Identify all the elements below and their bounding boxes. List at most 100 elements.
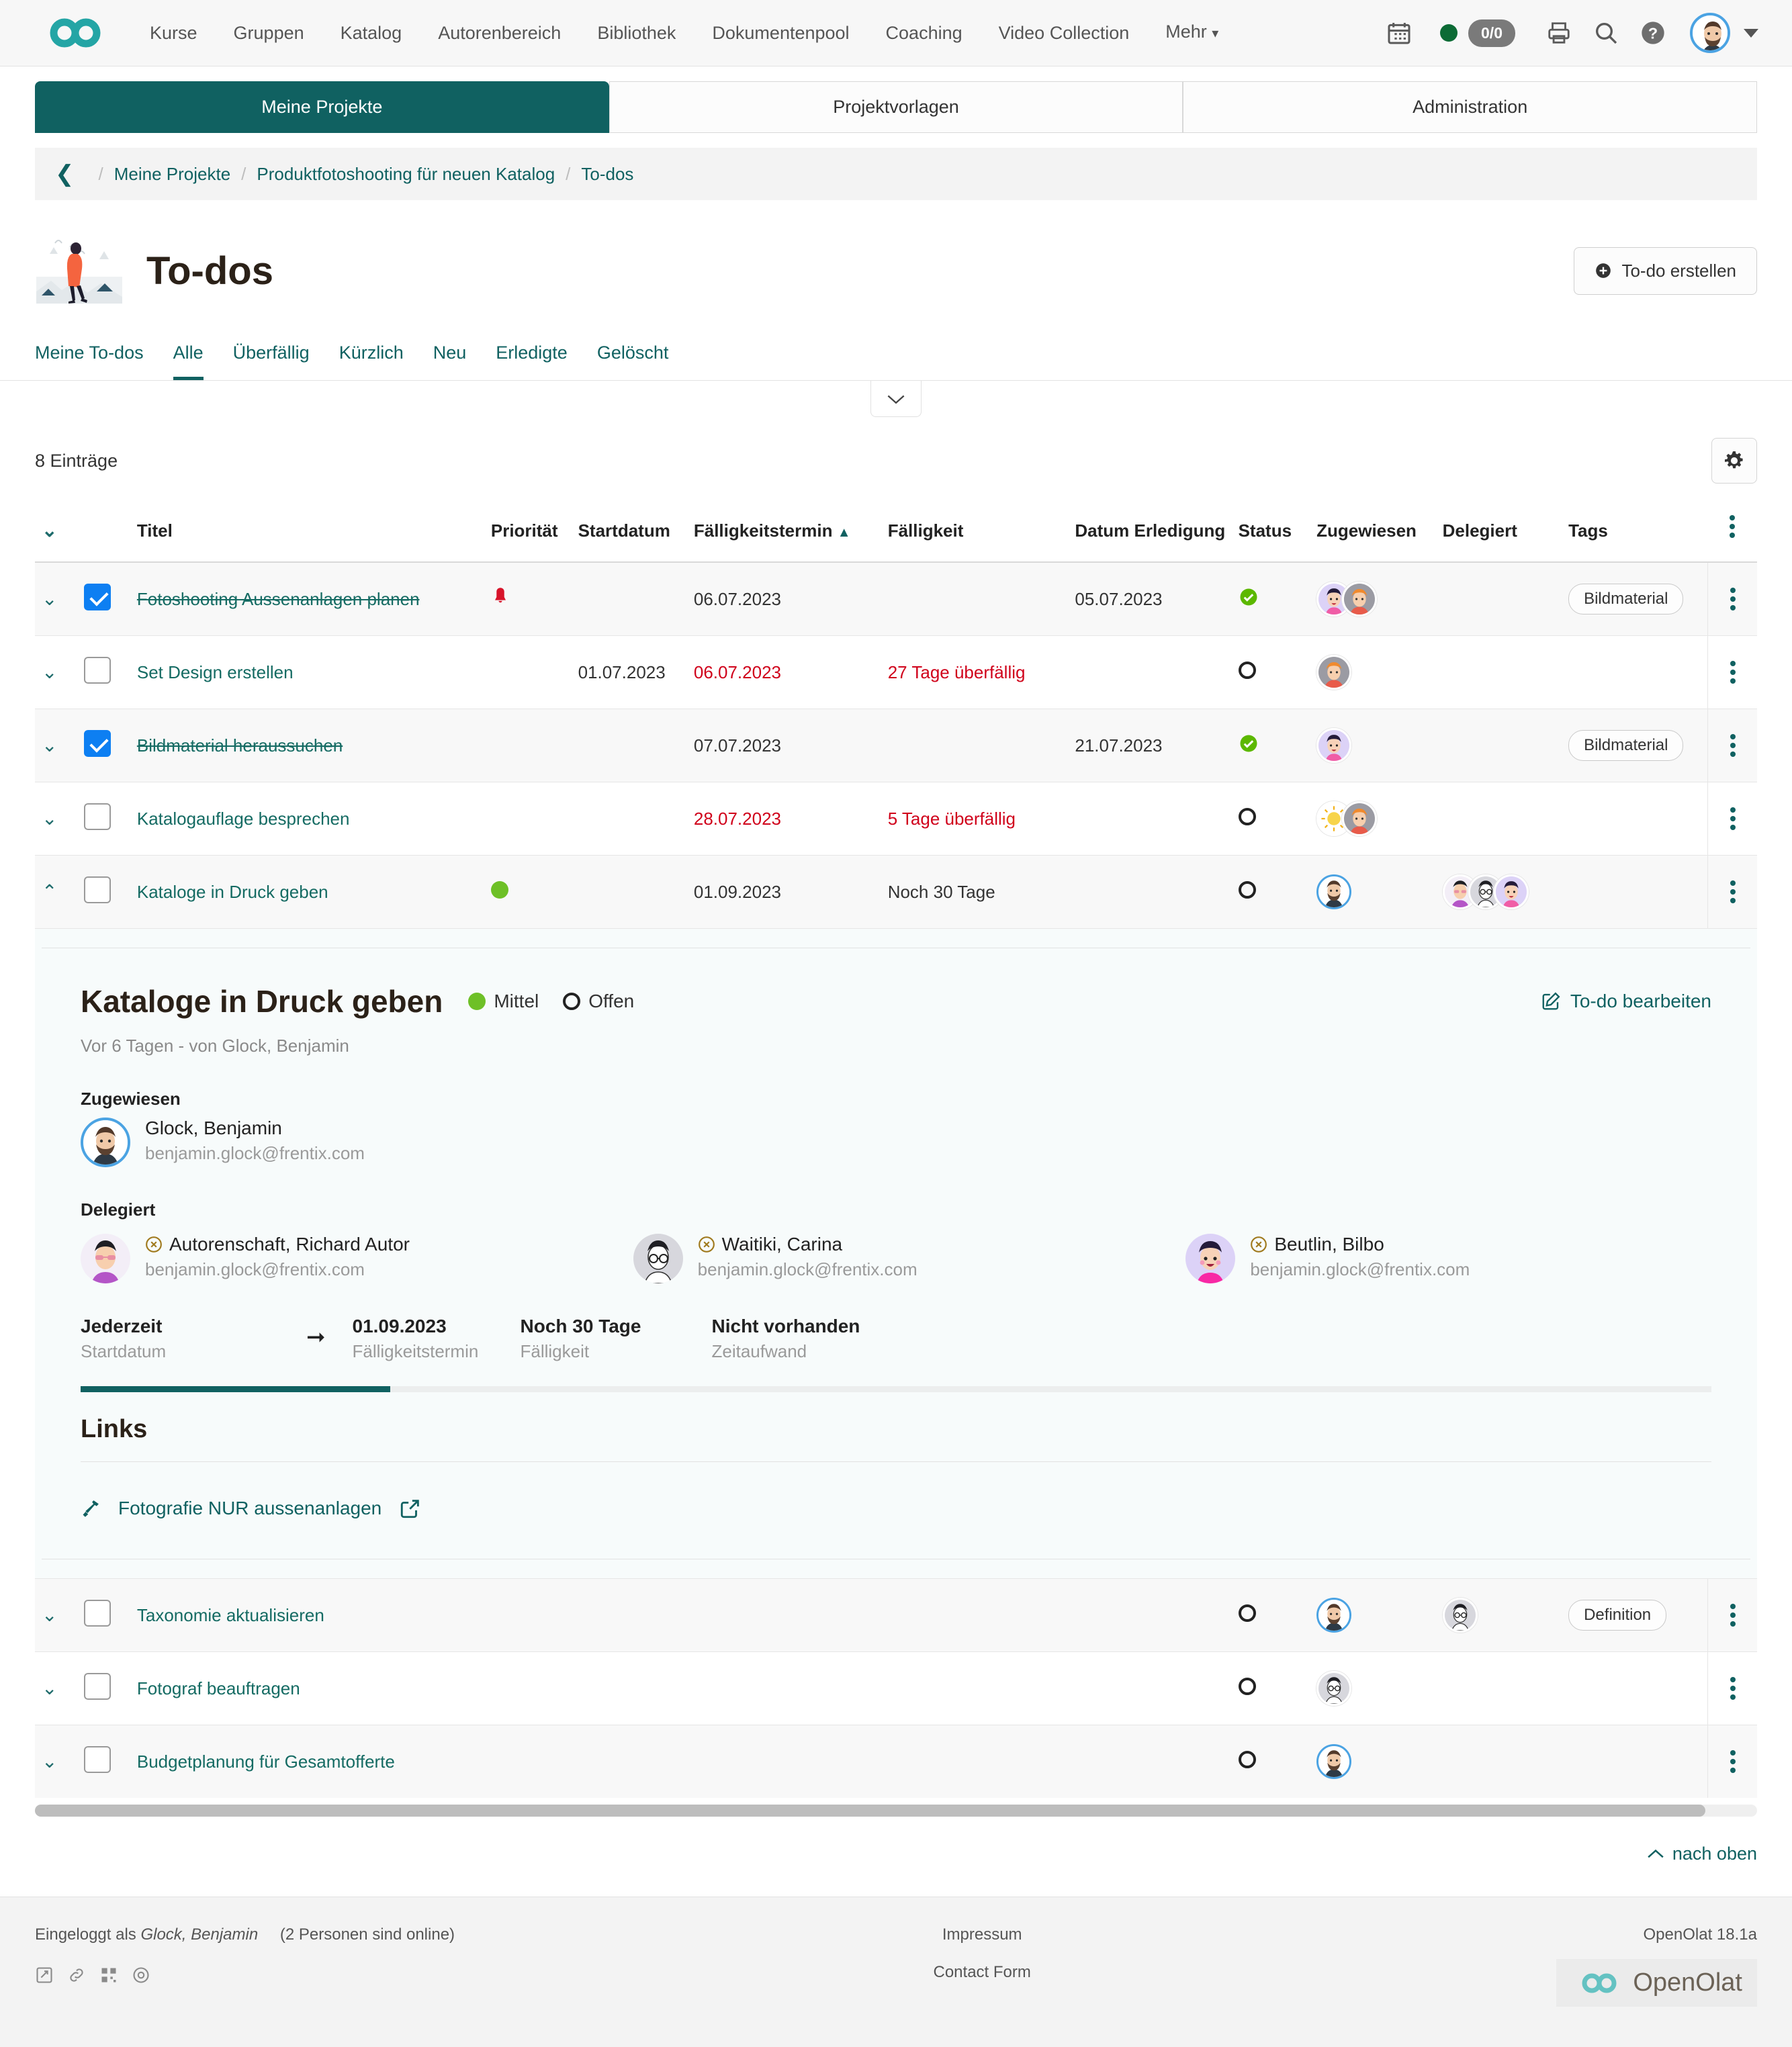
row-title[interactable]: Fotoshooting Aussenanlagen planen bbox=[130, 562, 484, 636]
chevron-down-icon[interactable]: ⌄ bbox=[42, 1606, 57, 1625]
footer-link-contact-form[interactable]: Contact Form bbox=[724, 1963, 1241, 1982]
todo-title-link[interactable]: Fotograf beauftragen bbox=[137, 1678, 300, 1698]
row-expand-toggle[interactable]: ⌄ bbox=[35, 636, 77, 709]
row-title[interactable]: Set Design erstellen bbox=[130, 636, 484, 709]
qr-code-icon[interactable] bbox=[99, 1966, 118, 1985]
header-titel[interactable]: Titel bbox=[130, 502, 484, 562]
header-faelligkeit[interactable]: Fälligkeit bbox=[881, 502, 1069, 562]
kebab-menu-icon[interactable] bbox=[1715, 807, 1750, 830]
todo-title-link[interactable]: Set Design erstellen bbox=[137, 662, 294, 682]
chevron-down-icon[interactable]: ⌄ bbox=[42, 590, 57, 608]
avatar[interactable] bbox=[1342, 801, 1377, 836]
avatar[interactable] bbox=[1316, 1598, 1351, 1633]
tab-projektvorlagen[interactable]: Projektvorlagen bbox=[609, 81, 1183, 133]
row-expand-toggle[interactable]: ⌄ bbox=[35, 1652, 77, 1725]
header-tags[interactable]: Tags bbox=[1562, 502, 1708, 562]
notification-count-badge[interactable]: 0/0 bbox=[1468, 19, 1515, 47]
edit-todo-button[interactable]: To-do bearbeiten bbox=[1541, 991, 1711, 1012]
row-menu[interactable] bbox=[1708, 709, 1757, 782]
row-expand-toggle[interactable]: ⌄ bbox=[35, 709, 77, 782]
row-expand-toggle[interactable]: ⌄ bbox=[35, 562, 77, 636]
avatar[interactable] bbox=[1316, 874, 1351, 909]
row-expand-toggle[interactable]: ⌄ bbox=[35, 782, 77, 856]
chevron-down-icon[interactable]: ⌄ bbox=[42, 1679, 57, 1698]
back-to-top-button[interactable]: nach oben bbox=[1647, 1844, 1757, 1864]
row-title[interactable]: Katalogauflage besprechen bbox=[130, 782, 484, 856]
tag-badge[interactable]: Bildmaterial bbox=[1568, 584, 1683, 615]
chevron-down-icon[interactable]: ⌄ bbox=[42, 736, 57, 755]
tab-administration[interactable]: Administration bbox=[1183, 81, 1757, 133]
table-row[interactable]: ⌄ Set Design erstellen 01.07.2023 06.07.… bbox=[35, 636, 1757, 709]
header-datum-erledigung[interactable]: Datum Erledigung bbox=[1068, 502, 1231, 562]
tag-badge[interactable]: Bildmaterial bbox=[1568, 730, 1683, 761]
kebab-menu-icon[interactable] bbox=[1715, 734, 1750, 757]
chevron-down-icon[interactable]: ⌄ bbox=[42, 663, 57, 682]
header-status[interactable]: Status bbox=[1232, 502, 1310, 562]
avatar[interactable] bbox=[1316, 1671, 1351, 1706]
footer-openolat-logo[interactable]: OpenOlat bbox=[1556, 1959, 1757, 2007]
todo-title-link[interactable]: Taxonomie aktualisieren bbox=[137, 1605, 324, 1625]
avatar[interactable] bbox=[1185, 1234, 1235, 1283]
table-row[interactable]: ⌄ Fotograf beauftragen bbox=[35, 1652, 1757, 1725]
feedback-icon[interactable] bbox=[35, 1966, 54, 1985]
filter-tab-alle[interactable]: Alle bbox=[173, 343, 204, 380]
row-menu[interactable] bbox=[1708, 1652, 1757, 1725]
calendar-icon[interactable] bbox=[1376, 9, 1423, 56]
nav-item-dokumentenpool[interactable]: Dokumentenpool bbox=[694, 0, 867, 66]
breadcrumb-item-projekt[interactable]: Produktfotoshooting für neuen Katalog bbox=[257, 164, 555, 185]
help-icon[interactable]: ? bbox=[1629, 9, 1676, 56]
header-zugewiesen[interactable]: Zugewiesen bbox=[1310, 502, 1435, 562]
remove-circle-icon[interactable] bbox=[1250, 1236, 1267, 1253]
chevron-up-icon[interactable]: ⌃ bbox=[42, 882, 57, 901]
header-prioritaet[interactable]: Priorität bbox=[484, 502, 572, 562]
filter-tab-ueberfaellig[interactable]: Überfällig bbox=[233, 343, 310, 380]
nav-item-katalog[interactable]: Katalog bbox=[322, 0, 420, 66]
table-row[interactable]: ⌄ Fotoshooting Aussenanlagen planen 06.0… bbox=[35, 562, 1757, 636]
row-checkbox[interactable] bbox=[77, 856, 130, 929]
search-icon[interactable] bbox=[1582, 9, 1629, 56]
row-title[interactable]: Kataloge in Druck geben bbox=[130, 856, 484, 929]
kebab-menu-icon[interactable] bbox=[1715, 515, 1750, 538]
todo-done-checkbox[interactable] bbox=[84, 730, 111, 757]
filter-tab-geloescht[interactable]: Gelöscht bbox=[597, 343, 669, 380]
row-checkbox[interactable] bbox=[77, 1579, 130, 1652]
chevron-down-icon[interactable]: ⌄ bbox=[42, 809, 57, 828]
scrollbar-thumb[interactable] bbox=[35, 1805, 1705, 1817]
row-collapse-toggle[interactable]: ⌃ bbox=[35, 856, 77, 929]
avatar[interactable] bbox=[1342, 582, 1377, 617]
nav-item-kurse[interactable]: Kurse bbox=[132, 0, 216, 66]
avatar[interactable] bbox=[81, 1118, 130, 1167]
avatar[interactable] bbox=[1316, 1744, 1351, 1779]
row-menu[interactable] bbox=[1708, 636, 1757, 709]
header-startdatum[interactable]: Startdatum bbox=[572, 502, 687, 562]
row-title[interactable]: Bildmaterial heraussuchen bbox=[130, 709, 484, 782]
breadcrumb-back-icon[interactable]: ❮ bbox=[55, 163, 75, 185]
row-menu[interactable] bbox=[1708, 1579, 1757, 1652]
permalink-icon[interactable] bbox=[67, 1966, 86, 1985]
breadcrumb-item-meine-projekte[interactable]: Meine Projekte bbox=[114, 164, 230, 185]
row-menu[interactable] bbox=[1708, 856, 1757, 929]
table-settings-button[interactable] bbox=[1711, 438, 1757, 484]
kebab-menu-icon[interactable] bbox=[1715, 1604, 1750, 1627]
nav-item-video-collection[interactable]: Video Collection bbox=[981, 0, 1148, 66]
scrollbar-track[interactable] bbox=[35, 1805, 1757, 1817]
row-checkbox[interactable] bbox=[77, 1725, 130, 1799]
todo-done-checkbox[interactable] bbox=[84, 1673, 111, 1700]
header-row-menu[interactable] bbox=[1708, 502, 1757, 562]
row-menu[interactable] bbox=[1708, 562, 1757, 636]
nav-item-gruppen[interactable]: Gruppen bbox=[216, 0, 322, 66]
header-faelligkeitstermin[interactable]: Fälligkeitstermin ▲ bbox=[687, 502, 881, 562]
accessibility-icon[interactable] bbox=[132, 1966, 150, 1985]
header-delegiert[interactable]: Delegiert bbox=[1436, 502, 1562, 562]
row-expand-toggle[interactable]: ⌄ bbox=[35, 1579, 77, 1652]
openolat-logo-icon[interactable] bbox=[35, 13, 110, 52]
todo-title-link[interactable]: Kataloge in Druck geben bbox=[137, 882, 328, 902]
avatar[interactable] bbox=[1316, 655, 1351, 690]
filter-tab-erledigte[interactable]: Erledigte bbox=[496, 343, 568, 380]
todo-title-link[interactable]: Fotoshooting Aussenanlagen planen bbox=[137, 589, 420, 609]
chevron-down-icon[interactable]: ⌄ bbox=[42, 1752, 57, 1771]
row-title[interactable]: Budgetplanung für Gesamtofferte bbox=[130, 1725, 484, 1799]
remove-circle-icon[interactable] bbox=[145, 1236, 163, 1253]
printer-icon[interactable] bbox=[1535, 9, 1582, 56]
todo-done-checkbox[interactable] bbox=[84, 657, 111, 684]
